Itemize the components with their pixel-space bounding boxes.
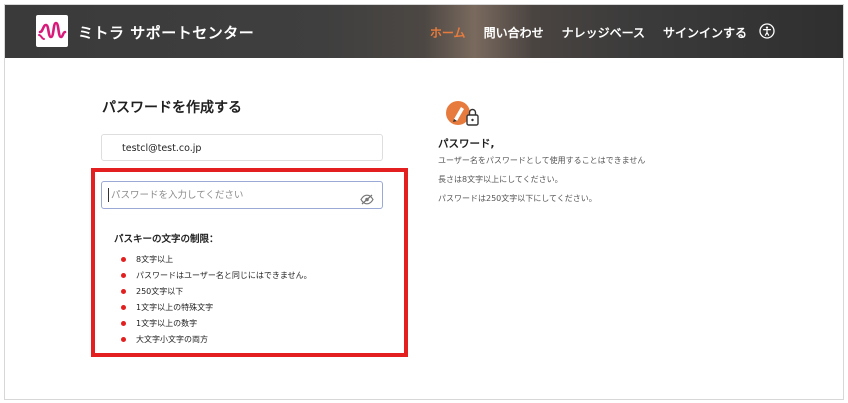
brand-name[interactable]: ミトラ サポートセンター <box>78 22 254 43</box>
info-line: ユーザー名をパスワードとして使用することはできません <box>438 156 646 165</box>
bullet-icon <box>121 256 126 262</box>
rule-item: 250文字以下 <box>121 283 312 299</box>
rule-text: 1文字以上の数字 <box>136 318 198 328</box>
bullet-icon <box>121 304 126 310</box>
wave-logo-icon <box>38 21 67 40</box>
nav-item-home[interactable]: ホーム <box>430 24 466 41</box>
eye-off-icon[interactable] <box>360 190 374 209</box>
rules-title: パスキーの文字の制限： <box>114 234 219 245</box>
rule-item: 8文字以上 <box>121 251 312 267</box>
password-input[interactable] <box>108 188 351 202</box>
nav-item-sign-in[interactable]: サインインする <box>663 24 747 41</box>
info-title: パスワード, <box>438 138 495 150</box>
password-requirements-info: ユーザー名をパスワードとして使用することはできません 長さは8文字以上にしてくだ… <box>438 154 645 211</box>
nav-item-knowledge-base[interactable]: ナレッジベース <box>562 24 645 41</box>
rule-item: 大文字小文字の両方 <box>121 331 312 347</box>
rule-text: 1文字以上の特殊文字 <box>136 302 214 312</box>
password-lock-icon <box>441 97 481 133</box>
info-line: パスワードは250文字以下にしてください。 <box>438 194 597 203</box>
rule-text: 大文字小文字の両方 <box>136 334 208 344</box>
password-input-wrapper <box>101 181 383 209</box>
info-line: 長さは8文字以上にしてください。 <box>438 175 563 184</box>
rule-item: 1文字以上の数字 <box>121 315 312 331</box>
nav-item-contact[interactable]: 問い合わせ <box>484 24 544 41</box>
page-frame: ミトラ サポートセンター ホーム 問い合わせ ナレッジベース サインインする パ… <box>4 4 844 400</box>
rule-item: 1文字以上の特殊文字 <box>121 299 312 315</box>
email-field[interactable]: testcl@test.co.jp <box>101 134 383 161</box>
brand-logo[interactable] <box>36 15 68 47</box>
accessibility-icon[interactable] <box>759 23 775 39</box>
rule-text: 250文字以下 <box>136 286 184 296</box>
password-rules-list: 8文字以上 パスワードはユーザー名と同じにはできません。 250文字以下 1文字… <box>121 251 312 347</box>
bullet-icon <box>121 272 126 278</box>
rule-text: 8文字以上 <box>136 254 174 264</box>
top-header: ミトラ サポートセンター ホーム 問い合わせ ナレッジベース サインインする <box>5 5 843 58</box>
rule-item: パスワードはユーザー名と同じにはできません。 <box>121 267 312 283</box>
bullet-icon <box>121 288 126 294</box>
rule-text: パスワードはユーザー名と同じにはできません。 <box>136 270 312 280</box>
main-nav: ホーム 問い合わせ ナレッジベース サインインする <box>430 24 747 41</box>
bullet-icon <box>121 336 126 342</box>
bullet-icon <box>121 320 126 326</box>
page-title: パスワードを作成する <box>102 100 242 116</box>
